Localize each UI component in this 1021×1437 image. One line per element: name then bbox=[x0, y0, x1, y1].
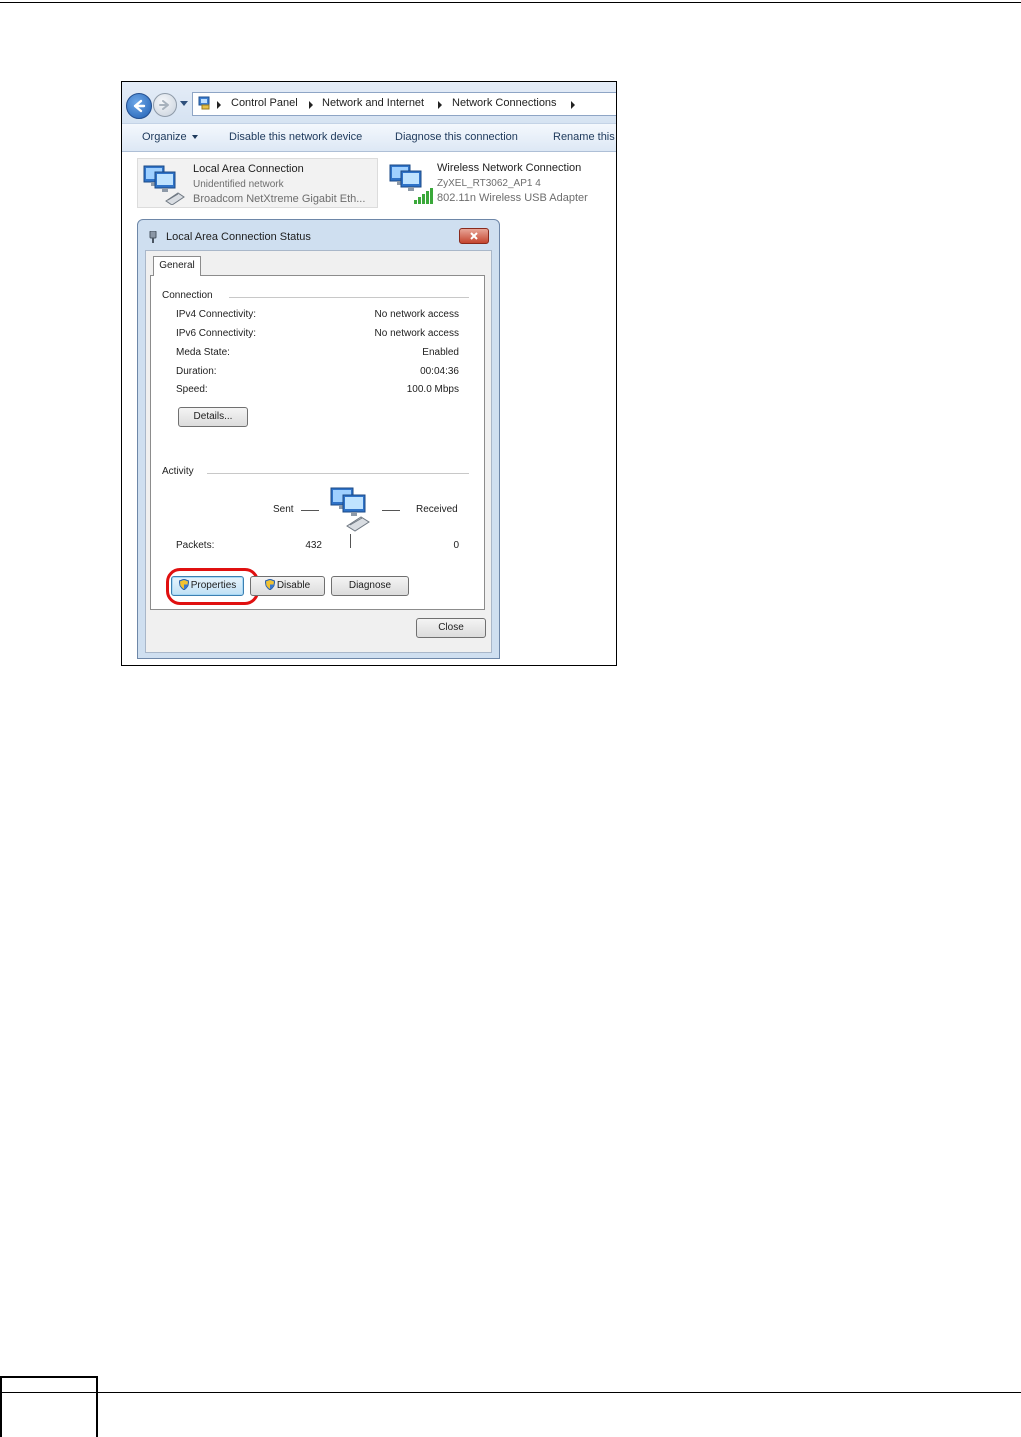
received-label: Received bbox=[416, 504, 458, 515]
disable-label: Disable bbox=[276, 580, 311, 591]
explorer-window: Control Panel Network and Internet Netwo… bbox=[121, 81, 617, 666]
breadcrumb[interactable]: Control Panel Network and Internet Netwo… bbox=[192, 92, 616, 116]
ipv4-connectivity-label: IPv4 Connectivity: bbox=[176, 309, 257, 320]
uac-shield-icon bbox=[264, 579, 275, 590]
recent-pages-dropdown-icon[interactable] bbox=[180, 101, 188, 106]
connection-group-label: Connection bbox=[162, 290, 219, 301]
connection-group-divider bbox=[229, 297, 469, 298]
properties-label: Properties bbox=[190, 580, 237, 591]
network-computers-icon bbox=[389, 164, 433, 204]
breadcrumb-network-and-internet[interactable]: Network and Internet bbox=[322, 97, 424, 109]
connection-status-dialog: Local Area Connection Status General Con… bbox=[137, 219, 500, 659]
speed-value: 100.0 Mbps bbox=[406, 384, 459, 395]
breadcrumb-network-connections[interactable]: Network Connections bbox=[452, 97, 557, 109]
breadcrumb-separator-icon[interactable] bbox=[571, 101, 575, 109]
packets-divider bbox=[350, 534, 351, 548]
network-plug-icon bbox=[149, 231, 157, 243]
organize-menu[interactable]: Organize bbox=[142, 131, 198, 143]
address-bar: Control Panel Network and Internet Netwo… bbox=[122, 82, 616, 123]
breadcrumb-control-panel[interactable]: Control Panel bbox=[231, 97, 298, 109]
close-icon[interactable] bbox=[459, 228, 489, 244]
tab-general[interactable]: General bbox=[153, 256, 201, 276]
packets-label: Packets: bbox=[176, 540, 215, 551]
ipv6-connectivity-value: No network access bbox=[374, 328, 459, 339]
activity-group-divider bbox=[207, 473, 469, 474]
wireless-signal-icon bbox=[414, 188, 433, 204]
speed-label: Speed: bbox=[176, 384, 208, 395]
details-button[interactable]: Details... bbox=[178, 407, 248, 427]
sent-line bbox=[301, 510, 319, 511]
control-panel-icon bbox=[198, 96, 210, 110]
connection-status: Unidentified network bbox=[193, 179, 284, 190]
connection-name: Wireless Network Connection bbox=[437, 162, 582, 174]
local-area-connection-tile[interactable]: Local Area Connection Unidentified netwo… bbox=[137, 158, 378, 208]
breadcrumb-separator-icon bbox=[217, 101, 221, 109]
sent-label: Sent bbox=[273, 504, 294, 515]
received-line bbox=[382, 510, 400, 511]
media-state-value: Enabled bbox=[422, 347, 459, 358]
disable-device-button[interactable]: Disable this network device bbox=[229, 131, 362, 143]
dialog-title: Local Area Connection Status bbox=[166, 231, 311, 243]
network-activity-icon bbox=[330, 487, 370, 532]
media-state-label: Meda State: bbox=[176, 347, 230, 358]
breadcrumb-separator-icon bbox=[309, 101, 313, 109]
ipv4-connectivity-value: No network access bbox=[374, 309, 459, 320]
organize-label: Organize bbox=[142, 131, 187, 143]
diagnose-connection-button[interactable]: Diagnose this connection bbox=[395, 131, 518, 143]
activity-group-label: Activity bbox=[162, 466, 200, 477]
page-number-box bbox=[0, 1376, 98, 1437]
forward-arrow-icon[interactable] bbox=[153, 93, 177, 117]
connection-name: Local Area Connection bbox=[193, 163, 304, 175]
duration-label: Duration: bbox=[176, 366, 217, 377]
close-button[interactable]: Close bbox=[416, 618, 486, 638]
uac-shield-icon bbox=[178, 579, 189, 590]
dialog-client-area: General Connection IPv4 Connectivity: No… bbox=[145, 250, 492, 653]
breadcrumb-separator-icon bbox=[438, 101, 442, 109]
duration-value: 00:04:36 bbox=[420, 366, 459, 377]
properties-button[interactable]: Properties bbox=[171, 576, 244, 596]
connection-adapter: Broadcom NetXtreme Gigabit Eth... bbox=[193, 193, 366, 205]
network-computers-icon bbox=[143, 165, 185, 205]
diagnose-button[interactable]: Diagnose bbox=[331, 576, 409, 596]
connection-status: ZyXEL_RT3062_AP1 4 bbox=[437, 178, 541, 189]
packets-received-value: 0 bbox=[453, 540, 459, 551]
general-tab-page: Connection IPv4 Connectivity: No network… bbox=[150, 275, 485, 610]
connection-adapter: 802.11n Wireless USB Adapter bbox=[437, 192, 588, 204]
page-footer-rule bbox=[0, 1392, 1021, 1393]
rename-connection-button[interactable]: Rename this bbox=[553, 131, 615, 143]
chevron-down-icon bbox=[191, 135, 198, 140]
command-bar: Organize Disable this network device Dia… bbox=[122, 123, 616, 152]
back-arrow-icon[interactable] bbox=[126, 93, 152, 119]
page-top-rule bbox=[0, 2, 1021, 3]
disable-button[interactable]: Disable bbox=[250, 576, 325, 596]
packets-sent-value: 432 bbox=[305, 540, 322, 551]
wireless-network-connection-tile[interactable]: Wireless Network Connection ZyXEL_RT3062… bbox=[384, 158, 616, 208]
ipv6-connectivity-label: IPv6 Connectivity: bbox=[176, 328, 257, 339]
